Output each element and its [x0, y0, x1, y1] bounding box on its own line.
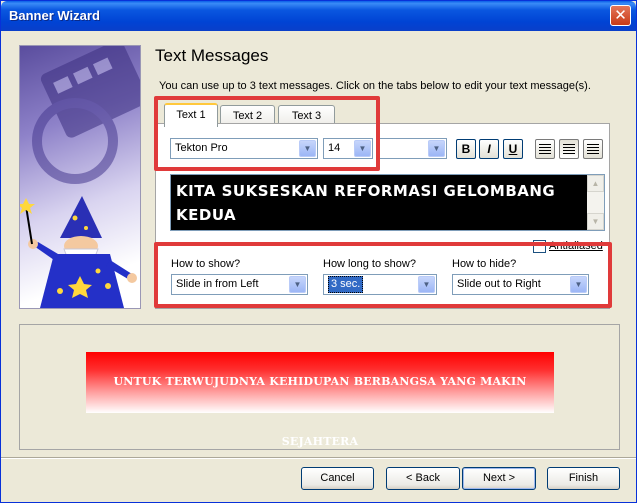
- message-textarea[interactable]: KITA SUKSESKAN REFORMASI GELOMBANG KEDUA…: [170, 174, 605, 231]
- cancel-button[interactable]: Cancel: [301, 467, 374, 490]
- textarea-scrollbar[interactable]: ▲ ▼: [587, 175, 604, 230]
- dropdown-arrow-icon[interactable]: ▼: [428, 140, 445, 157]
- bold-icon: B: [461, 142, 471, 156]
- next-button[interactable]: Next >: [462, 467, 536, 490]
- highlight-box-animation: [154, 242, 612, 308]
- wizard-image: [20, 46, 140, 308]
- font-color-select[interactable]: ▼: [377, 138, 447, 159]
- banner-preview: UNTUK TERWUJUDNYA KEHIDUPAN BERBANGSA YA…: [86, 352, 554, 448]
- italic-button[interactable]: I: [479, 139, 499, 159]
- banner-wizard-window: Banner Wizard ✕ Text Messages You can us…: [0, 0, 637, 503]
- title-bar: Banner Wizard ✕: [1, 1, 636, 31]
- scroll-up-icon[interactable]: ▲: [587, 175, 604, 192]
- message-text: KITA SUKSESKAN REFORMASI GELOMBANG KEDUA: [176, 182, 556, 224]
- underline-icon: U: [508, 142, 518, 156]
- align-left-button[interactable]: [535, 139, 555, 159]
- italic-icon: I: [487, 142, 491, 156]
- page-title: Text Messages: [155, 46, 269, 65]
- window-title: Banner Wizard: [9, 8, 100, 23]
- underline-button[interactable]: U: [503, 139, 523, 159]
- close-button[interactable]: ✕: [610, 5, 631, 26]
- finish-button[interactable]: Finish: [547, 467, 620, 490]
- align-right-button[interactable]: [583, 139, 603, 159]
- close-icon: ✕: [614, 7, 627, 24]
- wizard-illustration: [19, 45, 141, 309]
- align-center-icon: [563, 144, 575, 154]
- align-center-button[interactable]: [559, 139, 579, 159]
- footer-divider: [1, 457, 636, 459]
- align-left-icon: [539, 144, 551, 154]
- back-button[interactable]: < Back: [386, 467, 460, 490]
- scroll-down-icon[interactable]: ▼: [587, 213, 604, 230]
- page-subtitle: You can use up to 3 text messages. Click…: [159, 80, 591, 92]
- bold-button[interactable]: B: [456, 139, 476, 159]
- align-right-icon: [587, 144, 599, 154]
- tab-text-1[interactable]: Text 1: [164, 103, 218, 127]
